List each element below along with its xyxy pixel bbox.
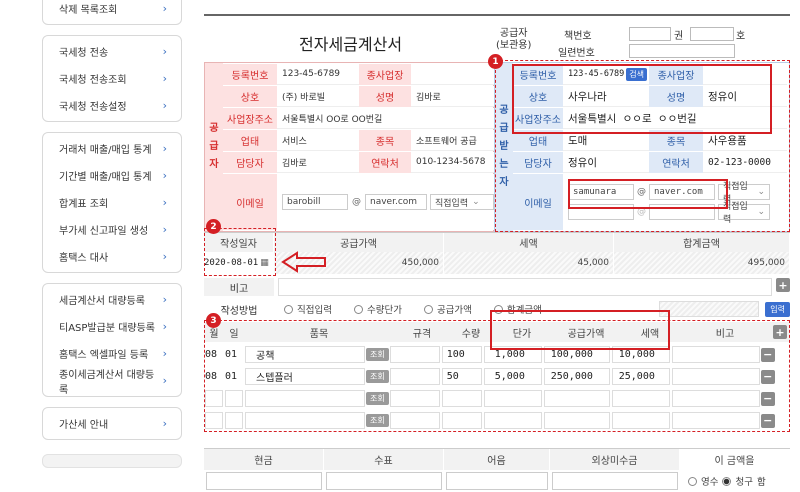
supplier-section: 공 급 자 등록번호 123-45-6789 종사업장 상호 (주) 바로빌 성… bbox=[204, 62, 495, 232]
payment-header: 현금 수표 어음 외상미수금 이 금액을 bbox=[204, 448, 790, 470]
method-amount-input[interactable] bbox=[659, 301, 760, 317]
note-input[interactable] bbox=[278, 278, 772, 296]
arrow-left-icon bbox=[281, 251, 326, 273]
cash-input[interactable] bbox=[206, 472, 322, 490]
supplier-side-label: 공 급 자 bbox=[205, 63, 223, 231]
supplier-row-addr: 사업장주소 서울특별시 OO로 OO번길 bbox=[223, 108, 495, 129]
sidebar-item-summary[interactable]: 합계표 조회 › bbox=[43, 189, 181, 216]
highlight-items-price bbox=[490, 310, 670, 350]
chevron-right-icon: › bbox=[162, 374, 167, 387]
method-radio-direct[interactable]: 직접입력 bbox=[284, 302, 332, 316]
serial-number-input[interactable] bbox=[629, 44, 735, 58]
payment-values: 영수 청구 함 bbox=[204, 470, 790, 492]
chevron-right-icon: › bbox=[162, 293, 167, 306]
page-title: 전자세금계산서 bbox=[299, 35, 403, 54]
ho-input[interactable] bbox=[690, 27, 734, 41]
chevron-right-icon: › bbox=[162, 196, 167, 209]
chevron-right-icon: › bbox=[162, 169, 167, 182]
supplier-manager: 김바로 bbox=[277, 152, 359, 173]
sidebar-item-nts-send-list[interactable]: 국세청 전송조회 › bbox=[43, 65, 181, 92]
sidebar-item-nts-send-settings[interactable]: 국세청 전송설정 › bbox=[43, 92, 181, 119]
supplier-email-id[interactable]: barobill bbox=[282, 194, 348, 210]
supplier-row-regno: 등록번호 123-45-6789 종사업장 bbox=[223, 64, 495, 85]
supplier-email-domain[interactable]: naver.com bbox=[365, 194, 427, 210]
supplier-reg-no: 123-45-6789 bbox=[277, 64, 359, 85]
chevron-right-icon: › bbox=[162, 320, 167, 333]
divider bbox=[204, 14, 790, 16]
sidebar-spacer bbox=[42, 454, 182, 468]
claim-radio[interactable]: 청구 bbox=[722, 474, 753, 488]
callout-badge-1: 1 bbox=[488, 54, 503, 69]
gwon-label: 권 bbox=[674, 31, 684, 42]
book-number-input[interactable] bbox=[629, 27, 671, 41]
amount-header: 작성일자 공급가액 세액 합계금액 bbox=[204, 232, 790, 252]
tax-amount: 45,000 bbox=[444, 252, 614, 274]
receipt-claim-toggle: 영수 청구 함 bbox=[688, 474, 766, 488]
supplier-row-name: 상호 (주) 바로빌 성명 김바로 bbox=[223, 86, 495, 107]
callout-badge-3: 3 bbox=[206, 313, 221, 328]
supplier-row-email: 이메일 barobill @ naver.com 직접입력 ⌄ bbox=[223, 174, 495, 230]
highlight-receiver-info bbox=[512, 64, 772, 134]
chevron-right-icon: › bbox=[162, 347, 167, 360]
invoice-form: 전자세금계산서 공급자 (보관용) 책번호 권 호 일련번호 공 급 자 등록번… bbox=[204, 14, 790, 491]
sidebar-item-partner-stats[interactable]: 거래처 매출/매입 통계 › bbox=[43, 135, 181, 162]
sidebar-group-delete: 삭제 목록조회 › bbox=[42, 0, 182, 25]
supplier-phone: 010-1234-5678 bbox=[411, 152, 495, 173]
sidebar-group-bulk: 세금계산서 대량등록 › 티ASP발급분 대량등록 › 홈택스 엑셀파일 등록 › 종… bbox=[42, 283, 182, 397]
sidebar-item-vat-file[interactable]: 부가세 신고파일 생성 › bbox=[43, 216, 181, 243]
sidebar-item-hometax-excel[interactable]: 홈택스 엑셀파일 등록 › bbox=[43, 340, 181, 367]
chevron-down-icon: ⌄ bbox=[472, 197, 480, 207]
check-input[interactable] bbox=[326, 472, 442, 490]
supplier-biz-type: 서비스 bbox=[277, 130, 359, 151]
supplier-branch-input[interactable] bbox=[411, 64, 495, 85]
sidebar-item-delete-list[interactable]: 삭제 목록조회 › bbox=[43, 0, 181, 22]
sidebar-item-asp-bulk[interactable]: 티ASP발급분 대량등록 › bbox=[43, 313, 181, 340]
bill-input[interactable] bbox=[446, 472, 548, 490]
sidebar: 삭제 목록조회 › 국세청 전송 › 국세청 전송조회 › 국세청 전송설정 › 거래처… bbox=[42, 0, 182, 468]
chevron-right-icon: › bbox=[162, 2, 167, 15]
sidebar-item-paper-bulk[interactable]: 종이세금계산서 대량등록 › bbox=[43, 367, 181, 396]
book-number-label: 책번호 bbox=[564, 31, 592, 42]
sidebar-item-hometax-reconcile[interactable]: 홈택스 대사 › bbox=[43, 243, 181, 270]
sidebar-item-period-stats[interactable]: 기간별 매출/매입 통계 › bbox=[43, 162, 181, 189]
copy-type: 공급자 (보관용) bbox=[496, 28, 532, 51]
method-radio-supply[interactable]: 공급가액 bbox=[423, 302, 472, 316]
at-sign: @ bbox=[352, 197, 361, 207]
highlight-date-area bbox=[204, 228, 276, 276]
chevron-right-icon: › bbox=[162, 99, 167, 112]
chevron-right-icon: › bbox=[162, 142, 167, 155]
supplier-name: (주) 바로빌 bbox=[277, 86, 359, 107]
chevron-right-icon: › bbox=[162, 250, 167, 263]
ho-label: 호 bbox=[736, 31, 746, 42]
sidebar-item-nts-send[interactable]: 국세청 전송 › bbox=[43, 38, 181, 65]
supplier-address: 서울특별시 OO로 OO번길 bbox=[277, 108, 495, 129]
credit-input[interactable] bbox=[552, 472, 678, 490]
serial-number-label: 일련번호 bbox=[558, 48, 595, 59]
chevron-right-icon: › bbox=[162, 417, 167, 430]
sidebar-group-nts: 국세청 전송 › 국세청 전송조회 › 국세청 전송설정 › bbox=[42, 35, 182, 122]
method-input-button[interactable]: 입력 bbox=[765, 301, 790, 317]
chevron-right-icon: › bbox=[162, 223, 167, 236]
supplier-email-select[interactable]: 직접입력 ⌄ bbox=[430, 194, 494, 210]
sidebar-group-penalty: 가산세 안내 › bbox=[42, 407, 182, 440]
sidebar-group-stats: 거래처 매출/매입 통계 › 기간별 매출/매입 통계 › 합계표 조회 › 부가세 … bbox=[42, 132, 182, 273]
chevron-right-icon: › bbox=[162, 45, 167, 58]
supplier-row-manager: 담당자 김바로 연락처 010-1234-5678 bbox=[223, 152, 495, 173]
receipt-radio[interactable]: 영수 bbox=[688, 474, 718, 488]
supplier-row-biz: 업태 서비스 종목 소프트웨어 공급 bbox=[223, 130, 495, 151]
chevron-right-icon: › bbox=[162, 72, 167, 85]
total-amount: 495,000 bbox=[614, 252, 790, 274]
callout-badge-2: 2 bbox=[206, 219, 221, 234]
sidebar-item-bulk-invoice[interactable]: 세금계산서 대량등록 › bbox=[43, 286, 181, 313]
sidebar-item-penalty-info[interactable]: 가산세 안내 › bbox=[43, 410, 181, 437]
supplier-biz-item: 소프트웨어 공급 bbox=[411, 130, 495, 151]
method-radio-qty-price[interactable]: 수량단가 bbox=[353, 302, 402, 316]
note-add-button[interactable]: + bbox=[776, 278, 790, 292]
note-row: 비고 + bbox=[204, 278, 790, 296]
highlight-receiver-email bbox=[568, 179, 728, 209]
supplier-ceo: 김바로 bbox=[411, 86, 495, 107]
